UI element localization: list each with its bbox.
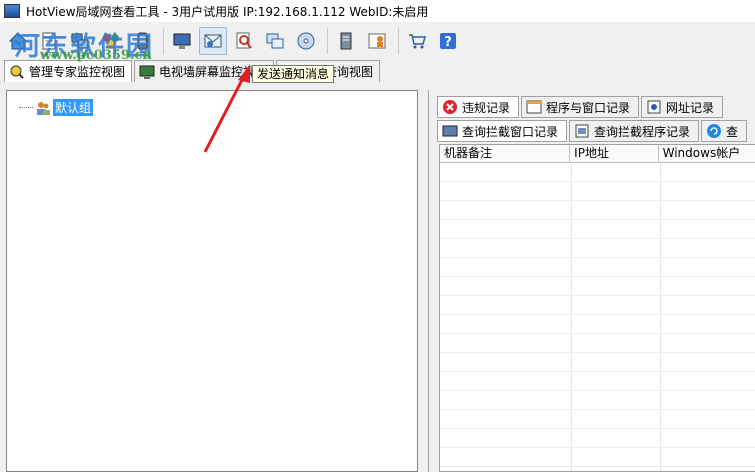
column-divider — [660, 163, 661, 471]
intercept-window-icon — [442, 125, 458, 137]
monitor-icon — [173, 33, 191, 49]
windows-icon — [266, 33, 284, 49]
monitor-expert-icon — [10, 65, 24, 79]
user-card-icon — [368, 33, 386, 49]
network-icon — [71, 33, 89, 49]
tree-connector — [19, 107, 33, 108]
tab-label: 管理专家监控视图 — [29, 65, 126, 79]
table-body[interactable] — [440, 163, 755, 471]
document-icon — [42, 32, 56, 50]
toolbar-separator — [163, 28, 164, 54]
server-button[interactable] — [332, 27, 360, 55]
svg-text:?: ? — [444, 35, 452, 50]
network-button[interactable] — [66, 27, 94, 55]
tab-label: 网址记录 — [666, 100, 715, 115]
app-window: HotView局域网查看工具 - 3用户试用版 IP:192.168.1.112… — [0, 0, 755, 472]
query-icon — [707, 124, 722, 138]
server-icon — [340, 32, 352, 50]
help-button[interactable]: ? — [434, 27, 462, 55]
tv-wall-icon — [139, 65, 155, 79]
tab-intercept-window[interactable]: 查询拦截窗口记录 — [437, 120, 568, 142]
monitor-button[interactable] — [168, 27, 196, 55]
column-header-ip[interactable]: IP地址 — [570, 145, 659, 162]
magnifier-button[interactable] — [230, 27, 258, 55]
cart-button[interactable] — [403, 27, 431, 55]
tab-intercept-program[interactable]: 查询拦截程序记录 — [569, 120, 700, 142]
help-icon: ? — [440, 33, 456, 50]
app-icon — [4, 4, 20, 18]
column-header-windows-account[interactable]: Windows帐户 — [659, 145, 755, 162]
cart-icon — [409, 34, 426, 49]
query-tabs: 查询拦截窗口记录 查询拦截程序记录 查 — [437, 120, 749, 142]
violation-icon — [443, 100, 457, 114]
home-button[interactable] — [4, 27, 32, 55]
tab-violation[interactable]: 违规记录 — [437, 96, 520, 118]
send-message-icon — [204, 34, 222, 48]
table-header: 机器备注 IP地址 Windows帐户 — [440, 145, 755, 163]
document-button[interactable] — [35, 27, 63, 55]
intercept-program-icon — [575, 124, 589, 138]
records-panel: 违规记录 程序与窗口记录 网址记录 查询拦截窗口记录 查询拦截程序记录 查 机器… — [428, 90, 755, 472]
tab-label: 查 — [726, 124, 739, 139]
user-card-button[interactable] — [363, 27, 391, 55]
tree-item-default-group[interactable]: 默认组 — [19, 99, 94, 116]
send-message-button[interactable] — [199, 27, 227, 55]
column-divider — [571, 163, 572, 471]
cd-button[interactable] — [292, 27, 320, 55]
tab-label: 电视墙屏幕监控视图 — [159, 65, 268, 79]
cd-icon — [297, 32, 315, 50]
group-tree[interactable]: 默认组 — [6, 90, 418, 472]
phone-icon — [137, 32, 148, 50]
main-toolbar: ? — [0, 24, 755, 58]
tab-url[interactable]: 网址记录 — [641, 96, 724, 118]
tab-label: 程序与窗口记录 — [546, 100, 631, 115]
records-table[interactable]: 机器备注 IP地址 Windows帐户 — [439, 144, 755, 472]
colorful-balls-button[interactable] — [97, 27, 125, 55]
toolbar-separator — [327, 28, 328, 54]
record-tabs: 违规记录 程序与窗口记录 网址记录 — [437, 96, 725, 118]
windows-button[interactable] — [261, 27, 289, 55]
home-icon — [8, 32, 28, 50]
url-icon — [647, 100, 661, 114]
user-group-icon — [37, 101, 50, 115]
colorful-balls-icon — [103, 34, 119, 49]
tab-label: 违规记录 — [462, 100, 511, 115]
magnifier-icon — [236, 32, 252, 49]
window-title: HotView局域网查看工具 - 3用户试用版 IP:192.168.1.112… — [26, 4, 429, 19]
toolbar-separator — [398, 28, 399, 54]
program-window-icon — [526, 100, 542, 114]
title-bar[interactable]: HotView局域网查看工具 - 3用户试用版 IP:192.168.1.112… — [0, 0, 755, 22]
tab-label: 查询拦截窗口记录 — [462, 124, 559, 139]
tab-program-window[interactable]: 程序与窗口记录 — [521, 96, 640, 118]
tab-monitor-expert[interactable]: 管理专家监控视图 — [4, 60, 133, 82]
tree-label: 默认组 — [53, 99, 94, 116]
phone-button[interactable] — [128, 27, 156, 55]
tab-label: 查询拦截程序记录 — [594, 124, 691, 139]
tab-query[interactable]: 查 — [701, 120, 748, 142]
column-header-machine-note[interactable]: 机器备注 — [440, 145, 571, 162]
tooltip: 发送通知消息 — [252, 65, 335, 83]
